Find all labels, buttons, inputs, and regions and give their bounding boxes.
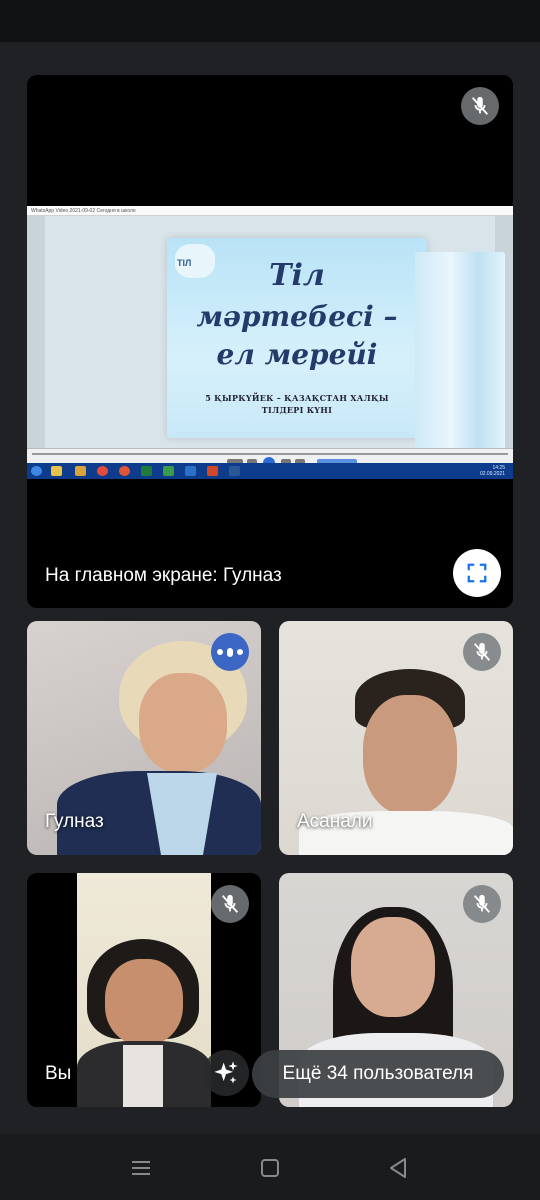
participant-name: Вы: [45, 1063, 72, 1084]
slide-subtitle-line2: ТІЛДЕРІ КҮНІ: [261, 405, 333, 415]
slide: ТІЛ Тіл мәртебесі – ел мерейі 5 ҚЫРКҮЙЕК…: [167, 238, 505, 452]
effects-button[interactable]: [203, 1050, 249, 1096]
main-presentation-tile[interactable]: WhatsApp Video 2021-09-02 Сегодня в школ…: [27, 75, 513, 608]
participant-face: [139, 673, 227, 773]
slide-title-line2: мәртебесі –: [196, 300, 398, 333]
speaking-indicator-icon: [211, 633, 249, 671]
participant-face: [363, 695, 457, 815]
main-tile-label: На главном экране: Гулназ: [45, 565, 282, 586]
fullscreen-button[interactable]: [453, 549, 501, 597]
slide-subtitle-line1: 5 ҚЫРКҮЙЕК – ҚАЗАҚСТАН ХАЛҚЫ: [205, 393, 389, 403]
participant-name: Асанали: [297, 811, 373, 832]
shared-screen: WhatsApp Video 2021-09-02 Сегодня в школ…: [27, 206, 513, 479]
taskbar-date: 02.09.2021: [479, 471, 505, 477]
status-bar: [0, 0, 540, 42]
more-participants-label: Ещё 34 пользователя: [282, 1063, 474, 1084]
participant-tile-gulnaz[interactable]: Гулназ: [27, 621, 261, 855]
back-icon[interactable]: [386, 1156, 410, 1180]
home-icon[interactable]: [259, 1157, 281, 1179]
mic-off-icon: [463, 633, 501, 671]
seek-bar: [32, 453, 508, 455]
mic-off-icon: [461, 87, 499, 125]
participant-face: [351, 917, 435, 1017]
fullscreen-icon: [467, 563, 487, 583]
mic-off-icon: [211, 885, 249, 923]
participant-name: Гулназ: [45, 811, 104, 832]
windows-taskbar: 14:25 02.09.2021: [27, 463, 513, 479]
shared-window-title: WhatsApp Video 2021-09-02 Сегодня в школ…: [27, 206, 513, 216]
slide-title-line3: ел мерейі: [216, 338, 378, 371]
participant-face: [105, 959, 183, 1045]
more-participants-button[interactable]: Ещё 34 пользователя: [252, 1050, 504, 1098]
recent-apps-icon[interactable]: [130, 1158, 152, 1178]
participant-tile-asanali[interactable]: Асанали: [279, 621, 513, 855]
shared-video-frame: ТІЛ Тіл мәртебесі – ел мерейі 5 ҚЫРКҮЙЕК…: [27, 216, 513, 472]
mic-off-icon: [463, 885, 501, 923]
slide-title-line1: Тіл: [269, 258, 325, 293]
android-nav-bar: [0, 1134, 540, 1200]
sparkle-effects-icon: [214, 1061, 238, 1084]
